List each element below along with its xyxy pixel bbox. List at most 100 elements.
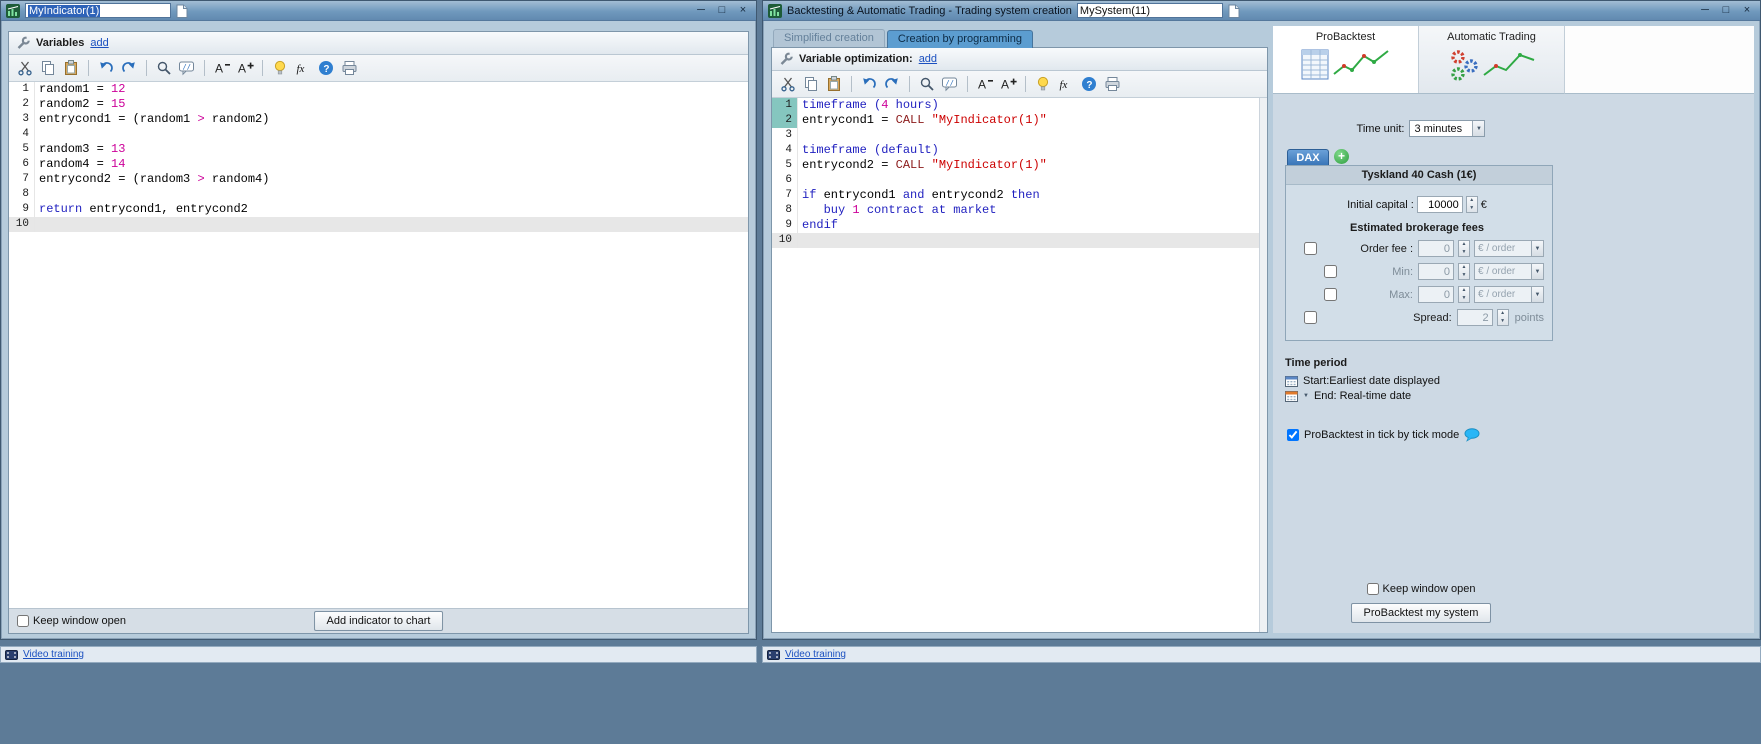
max-fee-input[interactable]: 0 [1418,286,1454,303]
order-fee-unit-select[interactable]: € / order ▼ [1474,240,1544,257]
undo-icon[interactable] [859,74,879,94]
code-line[interactable]: 8 [9,187,748,202]
insert-function-icon[interactable]: fx [293,58,313,78]
close-button[interactable]: × [1739,4,1755,18]
min-fee-input[interactable]: 0 [1418,263,1454,280]
undo-icon[interactable] [96,58,116,78]
search-icon[interactable] [154,58,174,78]
order-fee-checkbox[interactable] [1304,242,1317,255]
initial-capital-stepper[interactable]: ▲ ▼ [1465,196,1478,213]
code-line[interactable]: 2 random2 = 15 [9,97,748,112]
tab-dax-market[interactable]: DAX [1287,149,1329,165]
code-line[interactable]: 5 random3 = 13 [9,142,748,157]
comment-icon[interactable]: // [177,58,197,78]
max-fee-unit-select[interactable]: € / order ▼ [1474,286,1544,303]
code-line[interactable]: 1 timeframe (4 hours) [772,98,1267,113]
redo-icon[interactable] [119,58,139,78]
help-icon[interactable]: ? [1079,74,1099,94]
keep-window-open-checkbox-input[interactable] [17,615,29,627]
add-market-button[interactable]: + [1334,149,1349,164]
print-icon[interactable] [1102,74,1122,94]
tab-automatic-trading[interactable]: Automatic Trading [1419,26,1565,94]
indicator-name-field[interactable]: MyIndicator(1) [25,3,171,18]
time-unit-select[interactable]: 3 minutes ▼ [1409,120,1486,137]
probacktest-my-system-button[interactable]: ProBacktest my system [1350,603,1492,623]
code-line[interactable]: 8 buy 1 contract at market [772,203,1267,218]
code-line[interactable]: 5 entrycond2 = CALL "MyIndicator(1)" [772,158,1267,173]
indicator-titlebar[interactable]: MyIndicator(1) ─ □ × [1,1,756,21]
help-icon[interactable]: ? [316,58,336,78]
keep-window-open-checkbox[interactable]: Keep window open [1366,583,1475,595]
tick-by-tick-checkbox-input[interactable] [1287,429,1299,441]
tab-simplified-creation[interactable]: Simplified creation [773,29,885,47]
font-smaller-icon[interactable]: A [212,58,232,78]
hint-icon[interactable] [1033,74,1053,94]
system-code-editor[interactable]: 1 timeframe (4 hours) 2 entrycond1 = CALL "… [772,98,1267,248]
calendar-icon[interactable] [1285,375,1298,387]
minimize-button[interactable]: ─ [1697,4,1713,18]
print-icon[interactable] [339,58,359,78]
min-fee-unit-select[interactable]: € / order ▼ [1474,263,1544,280]
min-fee-stepper[interactable]: ▲ ▼ [1458,263,1470,280]
paste-icon[interactable] [824,74,844,94]
spread-stepper[interactable]: ▲ ▼ [1496,309,1509,326]
spread-checkbox[interactable] [1304,311,1317,324]
font-larger-icon[interactable]: A [235,58,255,78]
video-training-link[interactable]: Video training [785,649,846,660]
code-line[interactable]: 1 random1 = 12 [9,82,748,97]
add-variable-link[interactable]: add [90,37,108,49]
close-button[interactable]: × [735,4,751,18]
max-fee-checkbox[interactable] [1324,288,1337,301]
spread-input[interactable]: 2 [1456,309,1493,326]
copy-icon[interactable] [801,74,821,94]
indicator-code-editor[interactable]: 1 random1 = 12 2 random2 = 15 3 entrycond1 = … [9,82,748,608]
code-line[interactable]: 10 [9,217,748,232]
keep-window-open-checkbox[interactable]: Keep window open [17,615,126,627]
code-line[interactable]: 9 endif [772,218,1267,233]
copy-icon[interactable] [38,58,58,78]
document-icon[interactable] [1228,4,1240,18]
chevron-down-icon[interactable]: ▼ [1303,393,1309,399]
code-line[interactable]: 10 [772,233,1267,248]
video-training-link[interactable]: Video training [23,649,84,660]
code-line[interactable]: 7 entrycond2 = (random3 > random4) [9,172,748,187]
tab-probacktest[interactable]: ProBacktest [1273,26,1419,93]
code-line[interactable]: 2 entrycond1 = CALL "MyIndicator(1)" [772,113,1267,128]
font-larger-icon[interactable]: A [998,74,1018,94]
code-line[interactable]: 7 if entrycond1 and entrycond2 then [772,188,1267,203]
code-line[interactable]: 9 return entrycond1, entrycond2 [9,202,748,217]
code-line[interactable]: 6 random4 = 14 [9,157,748,172]
maximize-button[interactable]: □ [714,4,730,18]
search-icon[interactable] [917,74,937,94]
vertical-scrollbar[interactable] [1259,98,1267,632]
code-line[interactable]: 6 [772,173,1267,188]
document-icon[interactable] [176,4,188,18]
tick-by-tick-checkbox[interactable]: ProBacktest in tick by tick mode [1285,428,1754,442]
add-optimization-link[interactable]: add [919,53,937,65]
backtesting-titlebar[interactable]: Backtesting & Automatic Trading - Tradin… [763,1,1760,21]
minimize-button[interactable]: ─ [693,4,709,18]
max-fee-stepper[interactable]: ▲ ▼ [1458,286,1470,303]
system-name-field[interactable]: MySystem(11) [1076,3,1223,18]
keep-window-open-checkbox-input[interactable] [1366,583,1379,595]
code-line[interactable]: 3 entrycond1 = (random1 > random2) [9,112,748,127]
tab-creation-by-programming[interactable]: Creation by programming [886,30,1033,48]
insert-function-icon[interactable]: fx [1056,74,1076,94]
code-line[interactable]: 4 timeframe (default) [772,143,1267,158]
maximize-button[interactable]: □ [1718,4,1734,18]
paste-icon[interactable] [61,58,81,78]
cut-icon[interactable] [15,58,35,78]
add-indicator-to-chart-button[interactable]: Add indicator to chart [313,611,444,631]
comment-icon[interactable]: // [940,74,960,94]
font-smaller-icon[interactable]: A [975,74,995,94]
cut-icon[interactable] [778,74,798,94]
hint-icon[interactable] [270,58,290,78]
initial-capital-input[interactable]: 10000 [1416,196,1463,213]
code-line[interactable]: 3 [772,128,1267,143]
redo-icon[interactable] [882,74,902,94]
calendar-icon[interactable] [1285,390,1298,402]
chat-bubble-icon[interactable] [1464,428,1480,442]
order-fee-stepper[interactable]: ▲ ▼ [1458,240,1470,257]
code-line[interactable]: 4 [9,127,748,142]
order-fee-input[interactable]: 0 [1418,240,1454,257]
